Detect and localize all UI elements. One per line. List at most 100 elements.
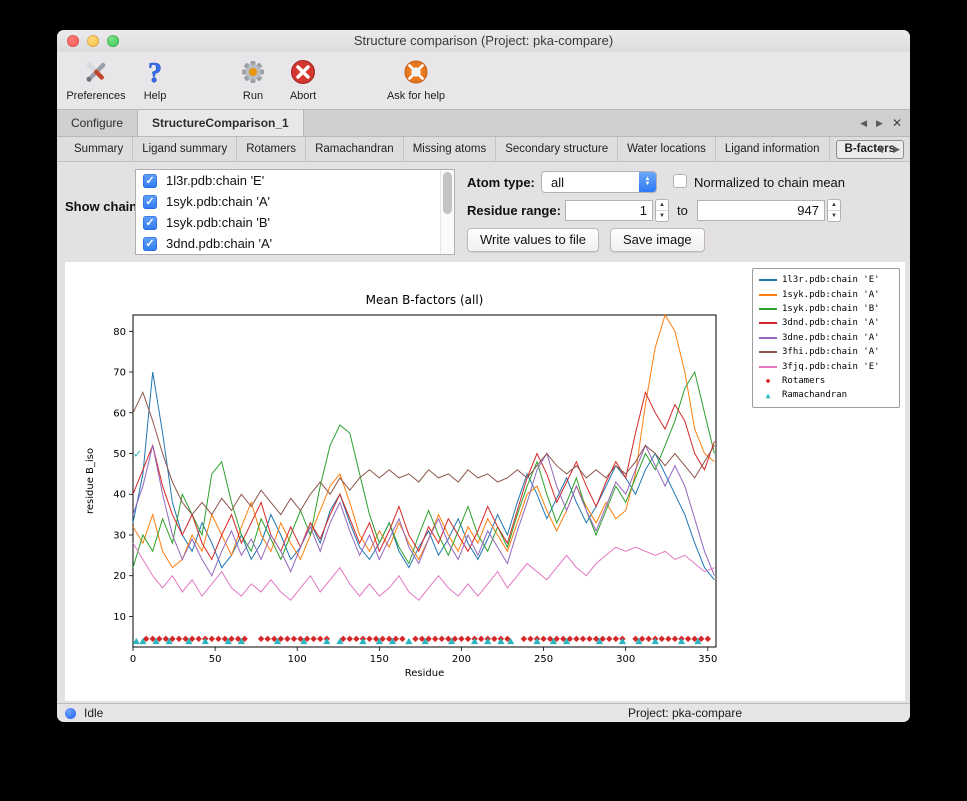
toolbar-item-label: Preferences (66, 90, 125, 102)
chain-label: 1l3r.pdb:chain 'E' (166, 173, 264, 188)
svg-text:200: 200 (452, 654, 471, 665)
legend-item: 3dne.pdb:chain 'A' (758, 331, 894, 345)
tab-configure[interactable]: Configure (57, 110, 138, 136)
preferences-button[interactable]: Preferences (64, 57, 128, 102)
chain-list[interactable]: ✓ 1l3r.pdb:chain 'E' ✓ 1syk.pdb:chain 'A… (135, 169, 455, 255)
svg-text:60: 60 (113, 408, 126, 419)
tab-summary[interactable]: Summary (65, 137, 133, 161)
chain-label: 1syk.pdb:chain 'B' (166, 215, 270, 230)
tab-secondary-structure[interactable]: Secondary structure (496, 137, 618, 161)
tab-close-icon[interactable]: ✕ (892, 116, 902, 130)
chain-list-scrollbar[interactable] (440, 170, 454, 254)
normalized-label: Normalized to chain mean (694, 175, 845, 190)
list-item[interactable]: ✓ 1l3r.pdb:chain 'E' (136, 170, 454, 191)
chain-checkbox[interactable]: ✓ (143, 237, 157, 251)
tab-ligand-summary[interactable]: Ligand summary (133, 137, 237, 161)
controls-panel: Show chains: ✓ 1l3r.pdb:chain 'E' ✓ 1syk… (57, 162, 910, 260)
chart-section: 0 50 100 150 200 250 300 350 10 20 30 40 50 60 70 80 Mea… (57, 260, 910, 703)
help-button[interactable]: ? Help (134, 57, 176, 102)
status-indicator-icon (65, 708, 76, 719)
run-button[interactable]: Run (232, 57, 274, 102)
svg-text:residue B_iso: residue B_iso (85, 448, 96, 514)
legend-item: ▲ Ramachandran (758, 388, 894, 402)
svg-text:30: 30 (113, 530, 126, 541)
normalized-checkbox[interactable] (673, 174, 687, 188)
ask-for-help-button[interactable]: Ask for help (374, 57, 458, 102)
svg-text:0: 0 (130, 654, 136, 665)
chain-label: 1syk.pdb:chain 'A' (166, 194, 270, 209)
tab-ramachandran[interactable]: Ramachandran (306, 137, 404, 161)
residue-to-input[interactable]: 947 (697, 200, 825, 221)
svg-text:20: 20 (113, 571, 126, 582)
svg-text:50: 50 (113, 449, 126, 460)
residue-range-label: Residue range: (467, 203, 561, 218)
save-image-button[interactable]: Save image (610, 228, 705, 252)
toolbar-item-label: Abort (290, 90, 316, 102)
bfactor-plot: 0 50 100 150 200 250 300 350 10 20 30 40 50 60 70 80 Mea… (65, 262, 905, 701)
close-window-button[interactable] (67, 35, 79, 47)
svg-text:Mean B-factors (all): Mean B-factors (all) (366, 293, 484, 307)
svg-text:350: 350 (698, 654, 717, 665)
lifebuoy-icon (401, 57, 431, 90)
legend-item: 3fjq.pdb:chain 'E' (758, 359, 894, 373)
chain-checkbox[interactable]: ✓ (143, 216, 157, 230)
svg-text:100: 100 (288, 654, 307, 665)
svg-text:70: 70 (113, 368, 126, 379)
toolbar-item-label: Help (144, 90, 167, 102)
atom-type-select[interactable]: all ▲▼ (541, 171, 657, 193)
legend-item: 1syk.pdb:chain 'B' (758, 302, 894, 316)
zoom-window-button[interactable] (107, 35, 119, 47)
legend-item: 3dnd.pdb:chain 'A' (758, 316, 894, 330)
toolbar: Preferences ? Help Run Abort (57, 52, 910, 110)
svg-text:?: ? (148, 58, 162, 87)
plot-legend: 1l3r.pdb:chain 'E' 1syk.pdb:chain 'A' 1s… (752, 268, 900, 408)
abort-button[interactable]: Abort (280, 57, 326, 102)
report-tab-bar: Summary Ligand summary Rotamers Ramachan… (57, 137, 910, 162)
chain-checkbox[interactable]: ✓ (143, 174, 157, 188)
scrollbar-thumb[interactable] (443, 172, 452, 214)
gear-icon (238, 57, 268, 90)
write-values-button[interactable]: Write values to file (467, 228, 599, 252)
to-label: to (677, 203, 688, 218)
legend-item: 1syk.pdb:chain 'A' (758, 287, 894, 301)
status-project: Project: pka-compare (628, 706, 742, 720)
residue-from-stepper[interactable]: ▲▼ (655, 199, 669, 222)
svg-text:50: 50 (209, 654, 222, 665)
tools-icon (81, 57, 111, 90)
tab-structurecomparison-1[interactable]: StructureComparison_1 (138, 110, 304, 136)
chain-checkbox[interactable]: ✓ (143, 195, 157, 209)
list-item[interactable]: ✓ 1syk.pdb:chain 'B' (136, 212, 454, 233)
legend-item: 3fhi.pdb:chain 'A' (758, 345, 894, 359)
chevron-up-down-icon: ▲▼ (639, 172, 656, 192)
svg-text:40: 40 (113, 490, 126, 501)
abort-icon (288, 57, 318, 90)
report-tab-scroll-right-icon[interactable]: ▶ (893, 144, 900, 155)
svg-text:300: 300 (616, 654, 635, 665)
legend-item: 1l3r.pdb:chain 'E' (758, 273, 894, 287)
tab-scroll-left-icon[interactable]: ◀ (860, 118, 867, 129)
svg-text:✓: ✓ (133, 448, 142, 461)
svg-text:250: 250 (534, 654, 553, 665)
residue-from-input[interactable]: 1 (565, 200, 653, 221)
report-tab-scroll-left-icon[interactable]: ◀ (876, 144, 883, 155)
toolbar-item-label: Run (243, 90, 263, 102)
title-bar[interactable]: Structure comparison (Project: pka-compa… (57, 30, 910, 52)
status-text: Idle (84, 706, 103, 720)
list-item[interactable]: ✓ 1syk.pdb:chain 'A' (136, 191, 454, 212)
tab-missing-atoms[interactable]: Missing atoms (404, 137, 496, 161)
tab-water-locations[interactable]: Water locations (618, 137, 716, 161)
residue-to-stepper[interactable]: ▲▼ (827, 199, 841, 222)
svg-text:80: 80 (113, 327, 126, 338)
status-bar: Idle Project: pka-compare (57, 703, 910, 722)
tab-ligand-information[interactable]: Ligand information (716, 137, 830, 161)
window-title: Structure comparison (Project: pka-compa… (57, 30, 910, 52)
tab-scroll-right-icon[interactable]: ▶ (876, 118, 883, 129)
legend-item: ◆ Rotamers (758, 374, 894, 388)
list-item[interactable]: ✓ 3dnd.pdb:chain 'A' (136, 233, 454, 254)
tab-rotamers[interactable]: Rotamers (237, 137, 306, 161)
app-window: Structure comparison (Project: pka-compa… (57, 30, 910, 722)
minimize-window-button[interactable] (87, 35, 99, 47)
svg-text:Residue: Residue (405, 668, 444, 679)
svg-text:10: 10 (113, 612, 126, 623)
svg-text:150: 150 (370, 654, 389, 665)
